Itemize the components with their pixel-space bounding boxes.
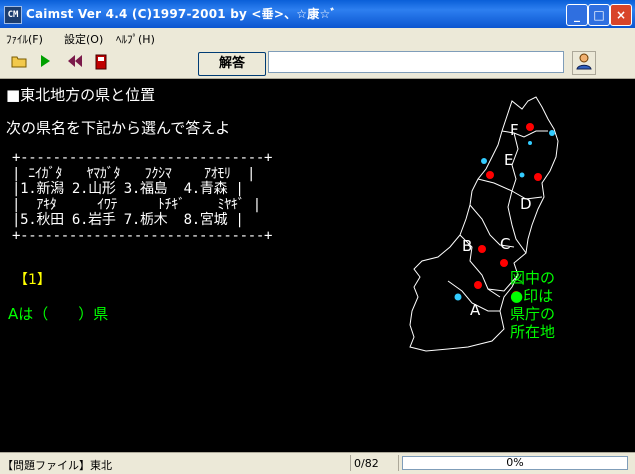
capital-akita [486, 171, 494, 179]
teacher-icon[interactable] [572, 51, 596, 75]
map-note-line: 図中の [510, 269, 556, 287]
rewind-icon[interactable] [66, 54, 84, 72]
capital-yamagata [478, 245, 486, 253]
progress-text: 0% [506, 456, 524, 469]
choices-table: +------------------------------+ | ﾆｲｶﾞﾀ… [12, 150, 273, 244]
app-icon[interactable]: CM [4, 6, 22, 24]
play-icon[interactable] [36, 54, 54, 72]
map-note-line: ●印は [510, 287, 554, 305]
status-divider [350, 455, 351, 471]
quiz-heading: ■東北地方の県と位置 [6, 86, 156, 104]
title-bar[interactable]: CM Caimst Ver 4.4 (C)1997-2001 by <垂>、☆康… [0, 0, 635, 28]
menu-file[interactable]: ﾌｧｲﾙ(F) [6, 31, 43, 47]
status-divider [398, 455, 399, 471]
border-akita-yamagata [477, 178, 513, 192]
close-button[interactable]: × [610, 4, 632, 26]
menu-help[interactable]: ﾍﾙﾌﾟ(H) [116, 31, 155, 47]
quiz-area: ■東北地方の県と位置 次の県名を下記から選んで答えよ +------------… [0, 79, 635, 452]
device-icon[interactable] [92, 54, 110, 72]
status-bar: 【問題ファイル】東北 0/82 0% [0, 452, 635, 474]
minimize-button[interactable]: _ [566, 4, 588, 26]
status-file: 【問題ファイル】東北 [2, 459, 112, 472]
capital-fukushima [474, 281, 482, 289]
open-folder-icon[interactable] [10, 54, 28, 72]
map-label-f: F [510, 121, 519, 139]
menu-bar: ﾌｧｲﾙ(F) 設定(O) ﾍﾙﾌﾟ(H) [0, 28, 635, 48]
map-note-line: 所在地 [510, 323, 556, 341]
map-label-e: E [504, 151, 514, 169]
question-number: 【1】 [14, 272, 51, 288]
answer-button[interactable]: 解答 [198, 52, 266, 76]
map-label-d: D [520, 195, 532, 213]
capital-miyagi [500, 259, 508, 267]
quiz-instruction: 次の県名を下記から選んで答えよ [6, 119, 231, 137]
map-label-b: B [462, 237, 473, 255]
progress-bar: 0% [402, 456, 628, 470]
capital-aomori [526, 123, 534, 131]
capital-iwate [534, 173, 542, 181]
map-note: 図中の ●印は 県庁の 所在地 [510, 269, 555, 341]
map-label-a: A [470, 301, 481, 319]
maximize-button[interactable]: □ [588, 4, 610, 26]
status-count: 0/82 [354, 457, 379, 470]
map-note-line: 県庁の [510, 305, 556, 323]
answer-input[interactable] [268, 51, 564, 73]
window-title: Caimst Ver 4.4 (C)1997-2001 by <垂>、☆康☆ﾞ [26, 7, 337, 21]
menu-settings[interactable]: 設定(O) [64, 31, 103, 47]
border-aomori [501, 130, 548, 138]
map-label-c: C [500, 235, 511, 253]
question-text: Aは（ ）県 [8, 305, 109, 323]
